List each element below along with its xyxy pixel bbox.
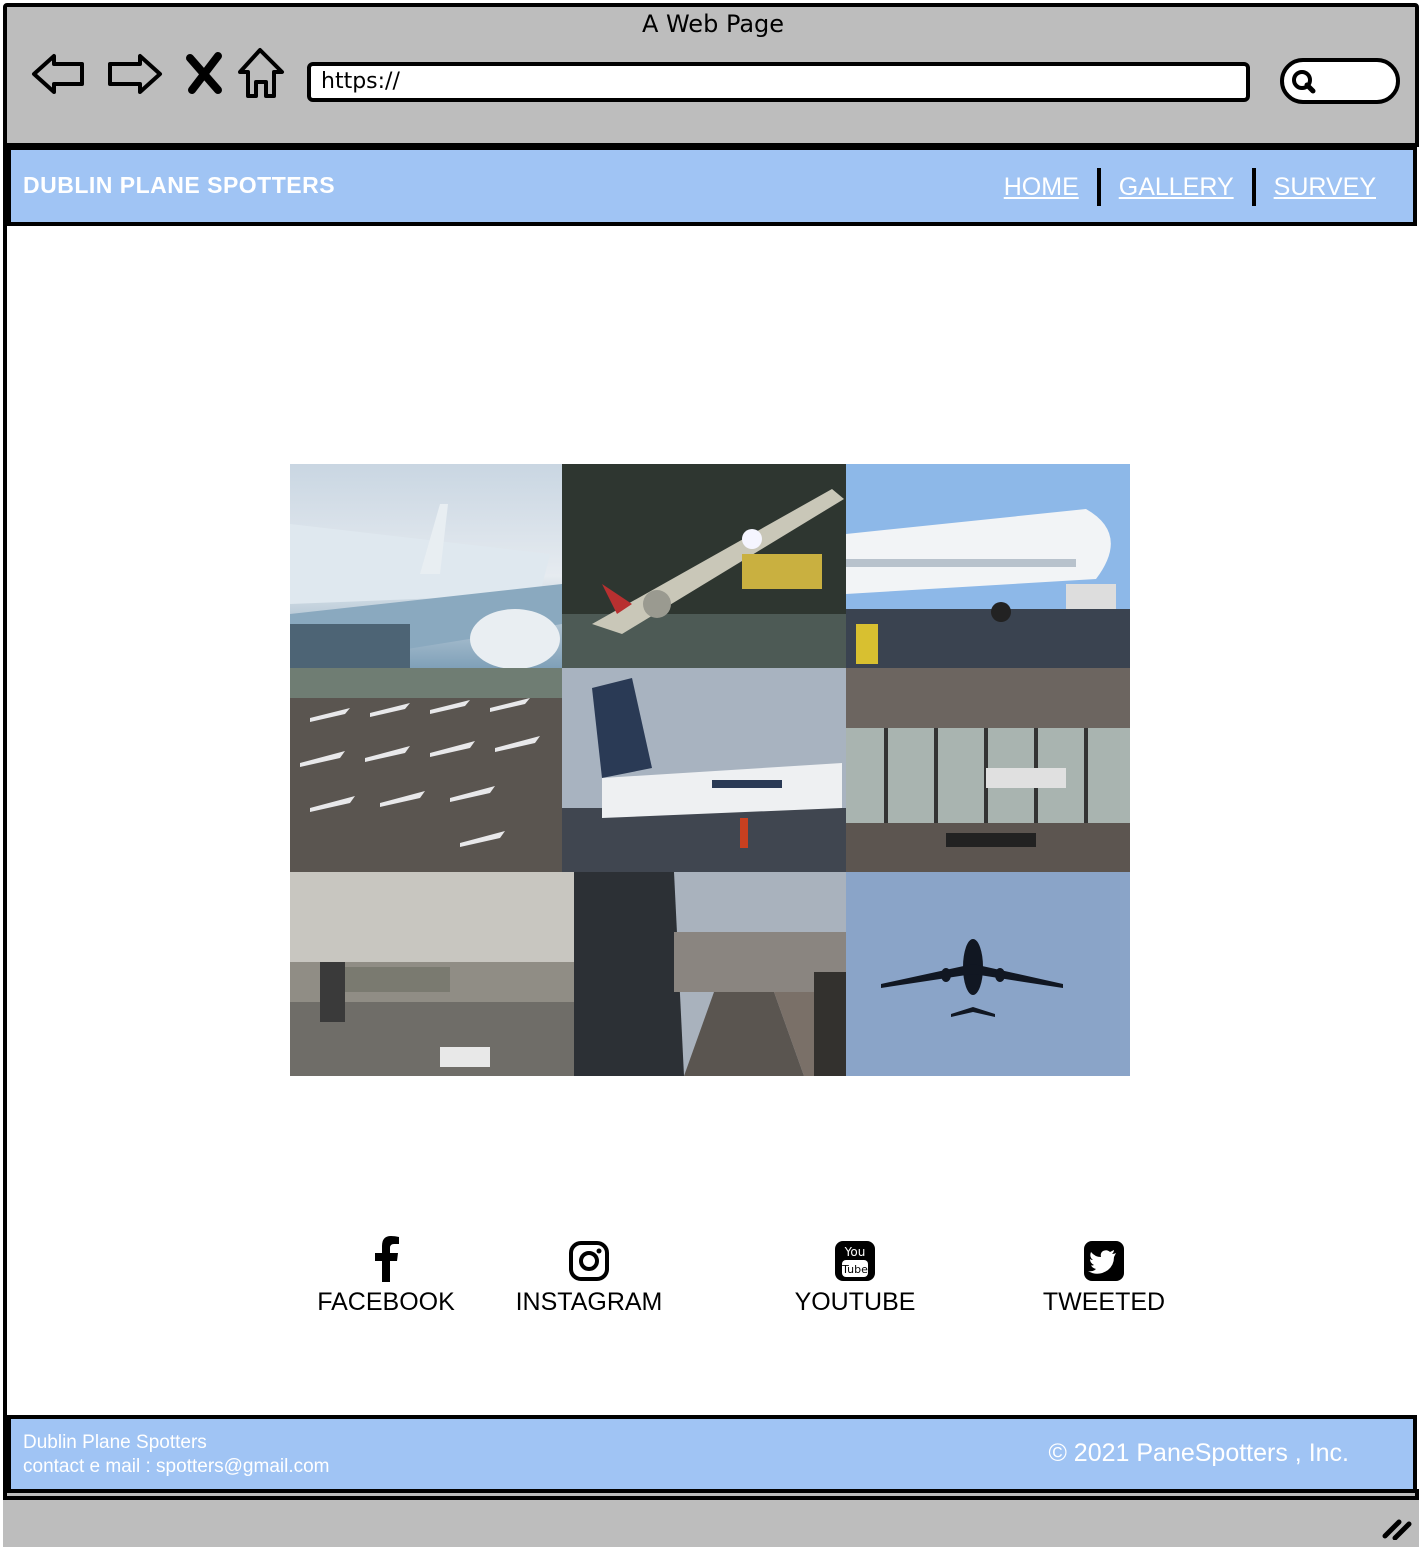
footer-contact: Dublin Plane Spotters contact e mail : s… <box>23 1431 330 1479</box>
youtube-icon: You Tube <box>835 1241 875 1281</box>
gallery-image-terminal-window[interactable] <box>846 668 1130 872</box>
window-title: A Web Page <box>641 10 785 38</box>
nav-home[interactable]: HOME <box>1002 173 1081 202</box>
social-facebook[interactable]: FACEBOOK <box>286 1236 486 1317</box>
forward-icon[interactable] <box>104 44 164 104</box>
nav-gallery[interactable]: GALLERY <box>1117 173 1236 202</box>
gallery-image-turkish-night[interactable] <box>562 464 846 668</box>
photo-gallery <box>290 464 1130 1076</box>
svg-text:Tube: Tube <box>841 1263 868 1276</box>
search-icon <box>1292 70 1316 94</box>
nav-divider <box>1251 168 1256 206</box>
site-footer: Dublin Plane Spotters contact e mail : s… <box>7 1415 1417 1493</box>
footer-site-name: Dublin Plane Spotters <box>23 1432 207 1453</box>
gallery-image-terminal-road[interactable] <box>574 872 846 1076</box>
home-icon[interactable] <box>232 44 292 104</box>
social-label: INSTAGRAM <box>515 1288 663 1316</box>
site-header: DUBLIN PLANE SPOTTERS HOME GALLERY SURVE… <box>7 146 1417 226</box>
facebook-icon <box>375 1236 399 1282</box>
twitter-icon <box>1084 1241 1124 1281</box>
status-bar <box>3 1496 1419 1547</box>
nav-survey[interactable]: SURVEY <box>1272 173 1378 202</box>
social-instagram[interactable]: INSTAGRAM <box>489 1236 689 1317</box>
social-label: FACEBOOK <box>317 1288 455 1316</box>
gallery-image-wing-view[interactable] <box>290 464 562 668</box>
gallery-image-hazy-apron[interactable] <box>290 872 574 1076</box>
close-icon[interactable] <box>178 44 238 104</box>
browser-search-box[interactable] <box>1280 58 1400 104</box>
social-label: YOUTUBE <box>794 1288 916 1316</box>
gallery-image-plane-overhead[interactable] <box>846 872 1130 1076</box>
social-label: TWEETED <box>1042 1288 1166 1316</box>
back-icon[interactable] <box>30 44 90 104</box>
resize-grip-icon[interactable] <box>1381 1516 1415 1540</box>
site-nav: HOME GALLERY SURVEY <box>1002 168 1378 206</box>
gallery-image-parked-aircraft[interactable] <box>290 668 562 872</box>
gallery-image-turkish-day[interactable] <box>846 464 1130 668</box>
address-bar[interactable]: https:// <box>307 62 1250 102</box>
footer-copyright: © 2021 PaneSpotters , Inc. <box>1048 1439 1349 1467</box>
site-brand[interactable]: DUBLIN PLANE SPOTTERS <box>23 172 335 199</box>
svg-text:You: You <box>844 1245 866 1259</box>
gallery-image-small-plane[interactable] <box>562 668 846 872</box>
instagram-icon <box>569 1241 609 1281</box>
nav-divider <box>1096 168 1101 206</box>
social-youtube[interactable]: You Tube YOUTUBE <box>755 1236 955 1317</box>
url-text: https:// <box>321 69 400 94</box>
social-twitter[interactable]: TWEETED <box>1004 1236 1204 1317</box>
footer-email[interactable]: contact e mail : spotters@gmail.com <box>23 1455 330 1479</box>
